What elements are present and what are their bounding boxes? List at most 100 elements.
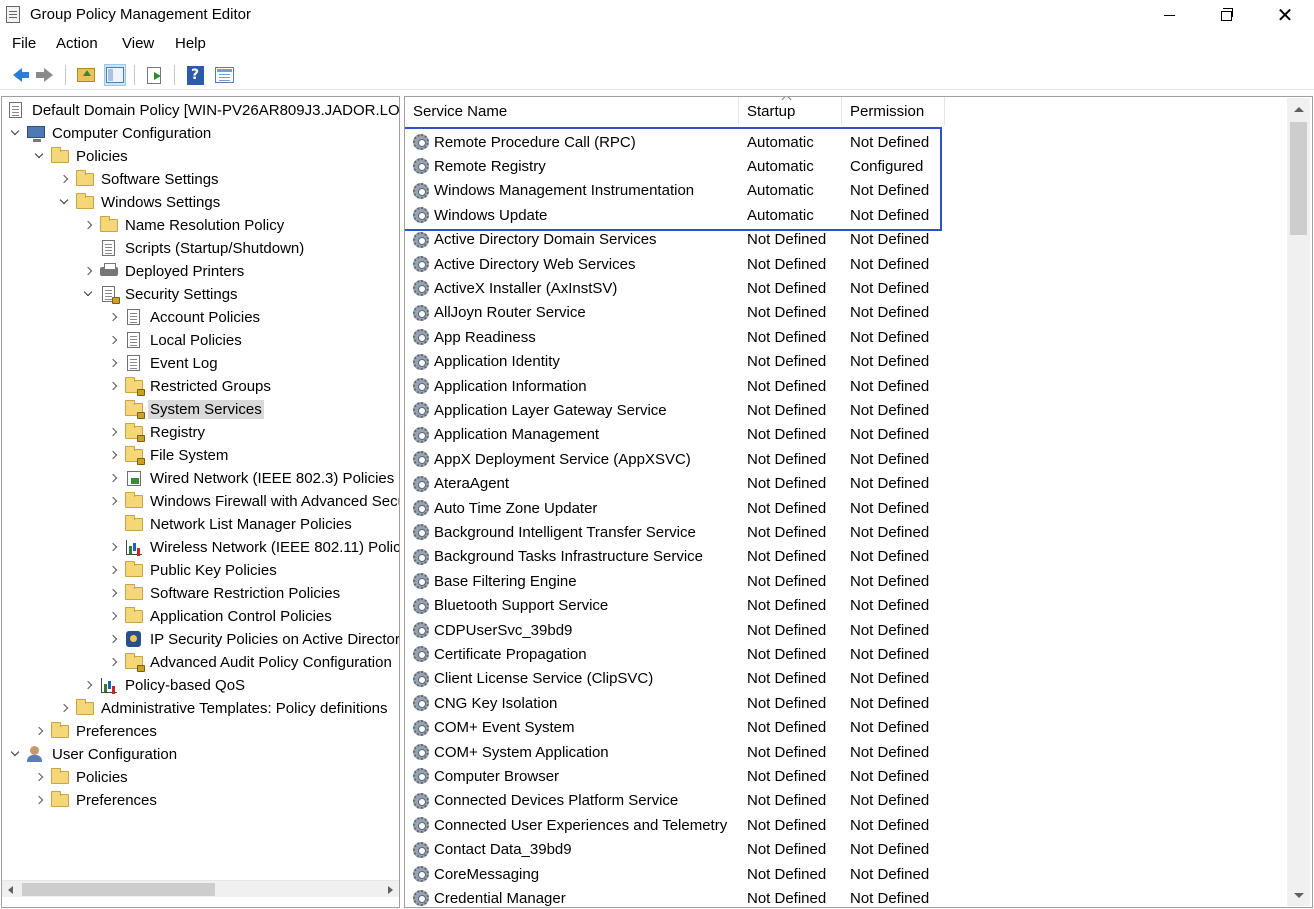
chevron-down-icon[interactable]	[8, 126, 22, 140]
tree-item-preferences-computer[interactable]: Preferences	[32, 720, 159, 742]
service-row[interactable]: Application Layer Gateway Service Not Def…	[405, 398, 965, 422]
chevron-down-icon[interactable]	[32, 149, 46, 163]
service-row[interactable]: Contact Data_39bd9 Not Defined Not Defined	[405, 838, 965, 862]
service-row[interactable]: Application Information Not Defined Not De…	[405, 374, 965, 398]
forward-button[interactable]	[33, 64, 55, 86]
service-row[interactable]: AllJoyn Router Service Not Defined Not Def…	[405, 301, 965, 325]
chevron-right-icon[interactable]	[32, 770, 46, 784]
tree-item-account-policies[interactable]: Account Policies	[106, 306, 262, 328]
chevron-down-icon[interactable]	[57, 195, 71, 209]
tree-item-policies[interactable]: Policies	[32, 145, 130, 167]
service-row[interactable]: COM+ Event System Not Defined Not Defined	[405, 716, 965, 740]
chevron-down-icon[interactable]	[81, 287, 95, 301]
chevron-right-icon[interactable]	[106, 356, 120, 370]
services-list[interactable]: Service Name Startup Permission Remote P…	[404, 96, 1313, 908]
tree-item-network-list-manager[interactable]: Network List Manager Policies	[106, 513, 354, 535]
chevron-right-icon[interactable]	[57, 701, 71, 715]
scrollbar-thumb[interactable]	[22, 883, 215, 896]
service-row[interactable]: Application Identity Not Defined Not Defin…	[405, 350, 965, 374]
restore-button[interactable]	[1197, 0, 1255, 30]
chevron-down-icon[interactable]	[8, 747, 22, 761]
tree-item-file-system[interactable]: File System	[106, 444, 230, 466]
tree-item-deployed-printers[interactable]: Deployed Printers	[81, 260, 246, 282]
service-row[interactable]: Background Tasks Infrastructure Service N…	[405, 545, 965, 569]
tree-item-scripts[interactable]: Scripts (Startup/Shutdown)	[81, 237, 306, 259]
service-row[interactable]: App Readiness Not Defined Not Defined	[405, 325, 965, 349]
scroll-right-button[interactable]	[382, 881, 399, 898]
service-row[interactable]: Application Management Not Defined Not Def…	[405, 423, 965, 447]
service-row[interactable]: CDPUserSvc_39bd9 Not Defined Not Defined	[405, 618, 965, 642]
help-button[interactable]: ?	[184, 64, 206, 86]
chevron-right-icon[interactable]	[32, 793, 46, 807]
tree-item-windows-firewall[interactable]: Windows Firewall with Advanced Security	[106, 490, 399, 512]
chevron-right-icon[interactable]	[106, 540, 120, 554]
close-button[interactable]: ✕	[1256, 0, 1314, 30]
service-row[interactable]: Connected Devices Platform Service Not De…	[405, 789, 965, 813]
chevron-right-icon[interactable]	[81, 218, 95, 232]
chevron-right-icon[interactable]	[106, 471, 120, 485]
tree-item-registry[interactable]: Registry	[106, 421, 207, 443]
tree-item-advanced-audit[interactable]: Advanced Audit Policy Configuration	[106, 651, 394, 673]
console-tree[interactable]: Default Domain Policy [WIN-PV26AR809J3.J…	[1, 96, 400, 908]
menu-file[interactable]: File	[12, 35, 36, 52]
chevron-right-icon[interactable]	[57, 172, 71, 186]
menu-action[interactable]: Action	[56, 35, 98, 52]
scroll-left-button[interactable]	[2, 881, 19, 898]
service-row[interactable]: Bluetooth Support Service Not Defined Not …	[405, 594, 965, 618]
tree-item-name-resolution-policy[interactable]: Name Resolution Policy	[81, 214, 286, 236]
minimize-button[interactable]	[1140, 0, 1198, 30]
service-row[interactable]: Auto Time Zone Updater Not Defined Not Def…	[405, 496, 965, 520]
chevron-right-icon[interactable]	[106, 586, 120, 600]
chevron-right-icon[interactable]	[106, 310, 120, 324]
tree-item-windows-settings[interactable]: Windows Settings	[57, 191, 222, 213]
chevron-right-icon[interactable]	[106, 494, 120, 508]
menu-help[interactable]: Help	[175, 35, 206, 52]
tree-item-user-configuration[interactable]: User Configuration	[8, 743, 179, 765]
column-header-startup[interactable]: Startup	[739, 97, 842, 125]
tree-item-restricted-groups[interactable]: Restricted Groups	[106, 375, 273, 397]
service-row[interactable]: ActiveX Installer (AxInstSV) Not Defined N…	[405, 276, 965, 300]
tree-item-wired-network[interactable]: Wired Network (IEEE 802.3) Policies	[106, 467, 396, 489]
service-row[interactable]: AppX Deployment Service (AppXSVC) Not Def…	[405, 447, 965, 471]
tree-item-system-services[interactable]: System Services	[106, 398, 264, 420]
service-row[interactable]: Connected User Experiences and Telemetry…	[405, 813, 965, 837]
chevron-right-icon[interactable]	[81, 678, 95, 692]
tree-item-security-settings[interactable]: Security Settings	[81, 283, 240, 305]
list-vertical-scrollbar[interactable]	[1287, 98, 1310, 906]
chevron-right-icon[interactable]	[106, 448, 120, 462]
service-row[interactable]: Computer Browser Not Defined Not Defined	[405, 764, 965, 788]
service-row[interactable]: Active Directory Domain Services Not Defi…	[405, 228, 965, 252]
tree-item-public-key-policies[interactable]: Public Key Policies	[106, 559, 279, 581]
tree-item-software-restriction[interactable]: Software Restriction Policies	[106, 582, 342, 604]
up-one-level-button[interactable]	[75, 64, 97, 86]
chevron-right-icon[interactable]	[106, 563, 120, 577]
scrollbar-thumb[interactable]	[1290, 122, 1307, 235]
tree-item-root[interactable]: Default Domain Policy [WIN-PV26AR809J3.J…	[6, 99, 399, 121]
chevron-right-icon[interactable]	[106, 609, 120, 623]
menu-view[interactable]: View	[122, 35, 154, 52]
back-button[interactable]	[6, 64, 29, 86]
tree-item-wireless-network[interactable]: Wireless Network (IEEE 802.11) Policies	[106, 536, 399, 558]
tree-item-ip-security[interactable]: IP Security Policies on Active Directory	[106, 628, 399, 650]
chevron-right-icon[interactable]	[106, 333, 120, 347]
service-row[interactable]: Certificate Propagation Not Defined Not De…	[405, 642, 965, 666]
service-row[interactable]: Base Filtering Engine Not Defined Not Defi…	[405, 569, 965, 593]
service-row[interactable]: COM+ System Application Not Defined Not De…	[405, 740, 965, 764]
tree-item-event-log[interactable]: Event Log	[106, 352, 220, 374]
chevron-right-icon[interactable]	[106, 379, 120, 393]
service-row[interactable]: Client License Service (ClipSVC) Not Defi…	[405, 667, 965, 691]
service-row[interactable]: CNG Key Isolation Not Defined Not Defined	[405, 691, 965, 715]
column-header-service-name[interactable]: Service Name	[405, 97, 739, 125]
tree-item-policy-based-qos[interactable]: Policy-based QoS	[81, 674, 247, 696]
column-header-permission[interactable]: Permission	[842, 97, 945, 125]
show-hide-tree-button[interactable]	[104, 64, 126, 86]
chevron-right-icon[interactable]	[81, 264, 95, 278]
tree-item-computer-configuration[interactable]: Computer Configuration	[8, 122, 213, 144]
tree-item-user-preferences[interactable]: Preferences	[32, 789, 159, 811]
scroll-down-button[interactable]	[1287, 884, 1310, 906]
service-row[interactable]: CoreMessaging Not Defined Not Defined	[405, 862, 965, 886]
service-row[interactable]: Background Intelligent Transfer Service N…	[405, 520, 965, 544]
service-row[interactable]: Credential Manager Not Defined Not Defined	[405, 886, 965, 907]
tree-item-administrative-templates[interactable]: Administrative Templates: Policy definit…	[57, 697, 390, 719]
chevron-right-icon[interactable]	[106, 632, 120, 646]
